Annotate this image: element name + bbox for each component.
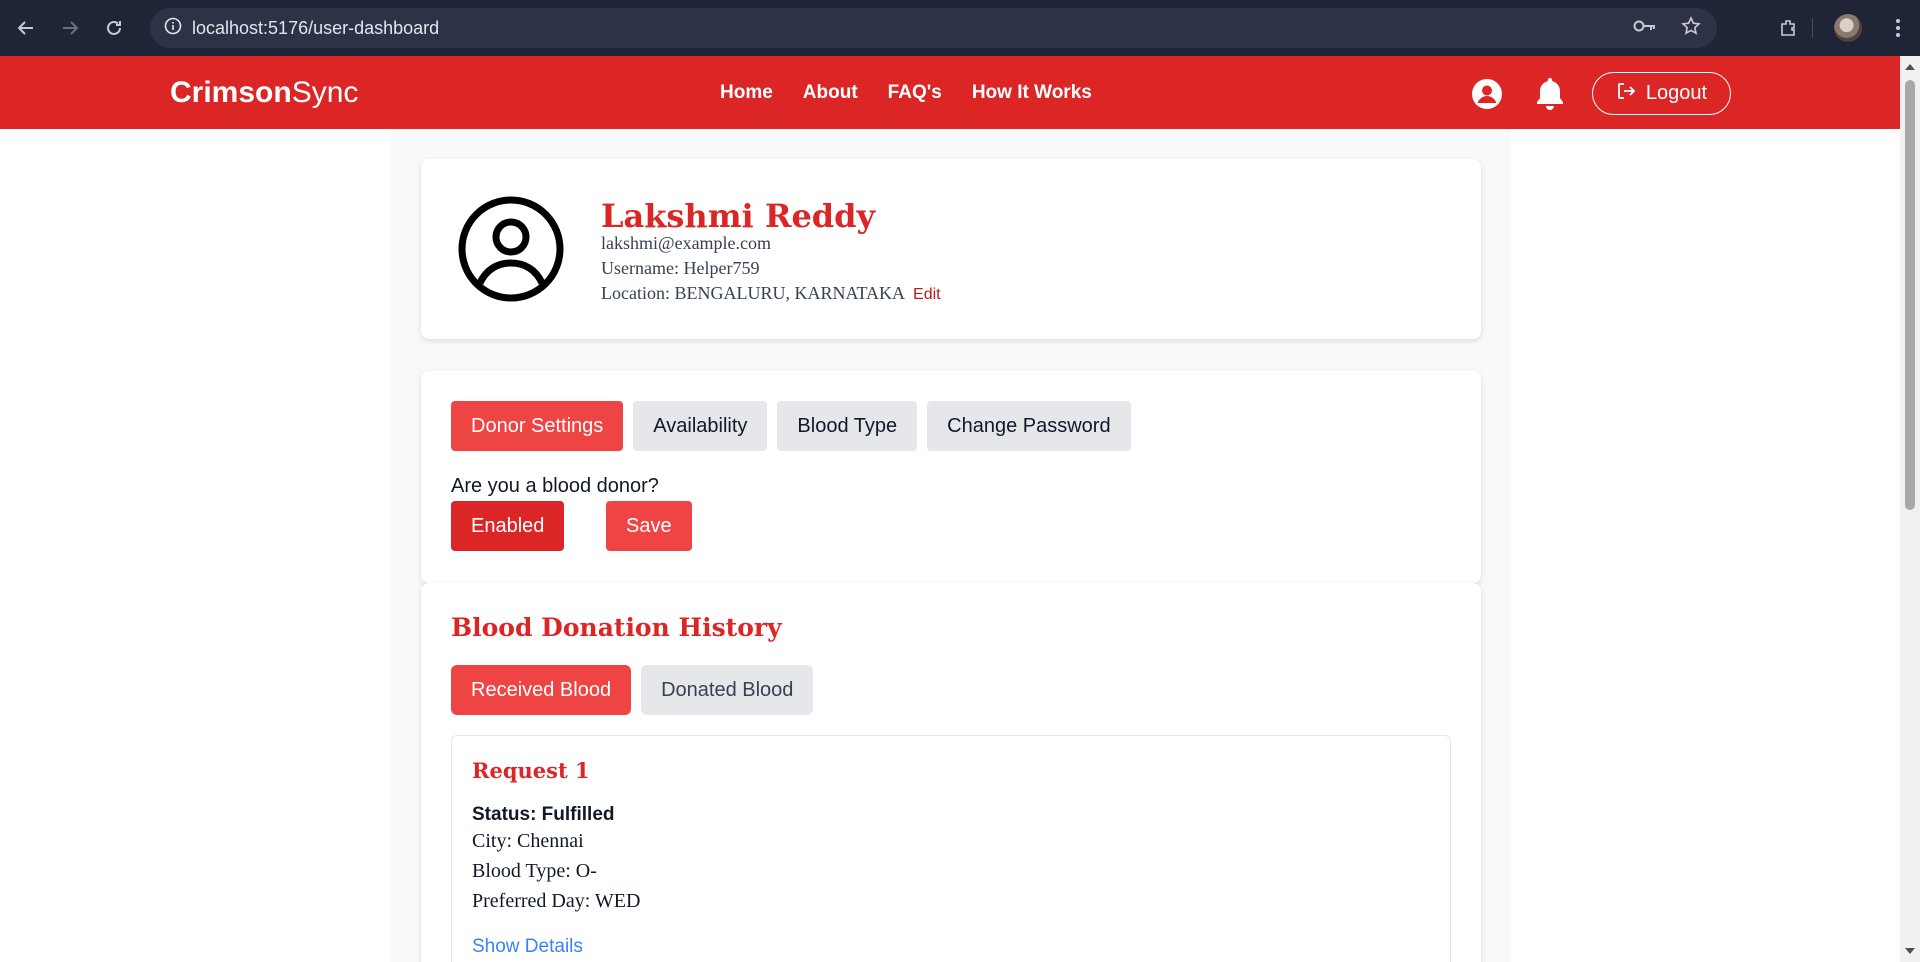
app-navbar: CrimsonSync Home About FAQ's How It Work… (0, 56, 1900, 129)
tab-blood-type[interactable]: Blood Type (777, 401, 918, 451)
settings-card: Donor Settings Availability Blood Type C… (421, 371, 1481, 583)
profile-location-row: Location: BENGALURU, KARNATAKA Edit (601, 283, 941, 304)
scroll-up-icon[interactable] (1905, 64, 1915, 70)
user-avatar-icon (457, 195, 565, 308)
url-text[interactable]: localhost:5176/user-dashboard (192, 18, 439, 39)
profile-username: Username: Helper759 (601, 258, 760, 278)
logout-label: Logout (1645, 82, 1708, 104)
settings-tabs: Donor Settings Availability Blood Type C… (451, 401, 1131, 451)
brand-bold: Crimson (170, 76, 292, 109)
donor-enabled-toggle[interactable]: Enabled (451, 501, 565, 551)
page-scrollbar[interactable] (1900, 56, 1920, 962)
key-icon[interactable] (1633, 18, 1657, 39)
reload-icon[interactable] (92, 6, 136, 50)
nav-link-how-it-works[interactable]: How It Works (972, 82, 1092, 104)
kebab-menu-icon[interactable] (1876, 6, 1920, 50)
back-icon[interactable] (4, 6, 48, 50)
request-blood-type: Blood Type: O- (472, 860, 597, 882)
edit-location-link[interactable]: Edit (913, 286, 941, 303)
tab-received-blood[interactable]: Received Blood (451, 665, 632, 715)
request-preferred-day: Preferred Day: WED (472, 890, 641, 912)
request-city: City: Chennai (472, 830, 584, 852)
site-info-icon[interactable] (164, 17, 182, 40)
tab-change-password[interactable]: Change Password (927, 401, 1131, 451)
tab-donated-blood[interactable]: Donated Blood (641, 665, 814, 715)
profile-location: Location: BENGALURU, KARNATAKA (601, 283, 906, 303)
profile-name: Lakshmi Reddy (601, 197, 876, 235)
brand-logo[interactable]: CrimsonSync (170, 76, 358, 110)
history-tabs: Received Blood Donated Blood (451, 665, 814, 715)
dashboard-column: Lakshmi Reddy lakshmi@example.com Userna… (391, 129, 1511, 962)
browser-toolbar: localhost:5176/user-dashboard (0, 0, 1920, 56)
donation-history-card: Blood Donation History Received Blood Do… (421, 583, 1481, 962)
forward-icon[interactable] (48, 6, 92, 50)
scrollbar-thumb[interactable] (1905, 80, 1915, 510)
scroll-down-icon[interactable] (1905, 948, 1915, 954)
user-circle-icon[interactable] (1471, 78, 1503, 115)
toolbar-divider (1812, 18, 1813, 38)
logout-icon (1616, 81, 1636, 107)
profile-card: Lakshmi Reddy lakshmi@example.com Userna… (421, 159, 1481, 339)
request-status: Status: Fulfilled (472, 804, 615, 825)
bell-icon[interactable] (1535, 76, 1565, 115)
donor-question: Are you a blood donor? (451, 475, 659, 497)
star-icon[interactable] (1681, 15, 1701, 41)
logout-button[interactable]: Logout (1592, 72, 1731, 115)
show-details-link[interactable]: Show Details (472, 936, 583, 958)
profile-email: lakshmi@example.com (601, 233, 772, 253)
save-button[interactable]: Save (606, 501, 692, 551)
address-bar[interactable]: localhost:5176/user-dashboard (150, 8, 1717, 48)
extensions-icon[interactable] (1766, 6, 1810, 50)
nav-link-about[interactable]: About (803, 82, 858, 104)
nav-link-faqs[interactable]: FAQ's (888, 82, 942, 104)
nav-links: Home About FAQ's How It Works (720, 56, 1092, 129)
request-card: Request 1 Status: Fulfilled City: Chenna… (451, 735, 1451, 962)
history-title: Blood Donation History (451, 613, 782, 642)
tab-availability[interactable]: Availability (633, 401, 768, 451)
tab-donor-settings[interactable]: Donor Settings (451, 401, 624, 451)
profile-avatar[interactable] (1834, 14, 1862, 42)
brand-light: Sync (291, 76, 359, 109)
nav-link-home[interactable]: Home (720, 82, 773, 104)
request-title: Request 1 (472, 758, 590, 783)
